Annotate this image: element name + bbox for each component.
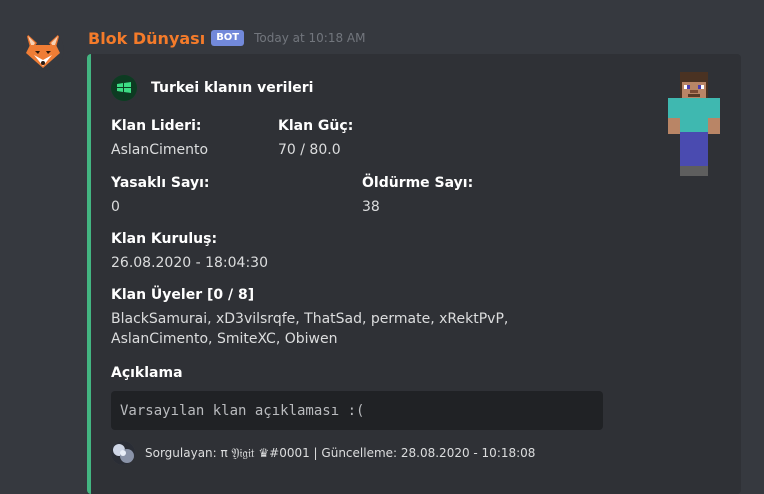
minecraft-skin-thumbnail[interactable] xyxy=(666,72,722,176)
requester-avatar[interactable] xyxy=(111,441,135,465)
field-value: 38 xyxy=(362,199,380,215)
field-clan-leader: Klan Lideri: AslanCimento xyxy=(111,116,208,160)
field-kill-count: Öldürme Sayı: 38 xyxy=(362,173,473,217)
windows-logo-icon xyxy=(111,75,137,101)
clan-embed: Turkei klanın verileri Klan Lideri: Asla… xyxy=(87,54,741,494)
embed-author: Turkei klanın verileri xyxy=(111,75,313,101)
field-name: Klan Kuruluş: xyxy=(111,231,218,247)
timestamp: Today at 10:18 AM xyxy=(254,31,366,45)
bot-tag: BOT xyxy=(211,30,245,46)
field-name: Yasaklı Sayı: xyxy=(111,175,210,191)
members-line: AslanCimento, SmiteXC, Obiwen xyxy=(111,331,338,347)
field-banned-count: Yasaklı Sayı: 0 xyxy=(111,173,210,217)
field-name: Klan Güç: xyxy=(278,118,354,134)
field-value: 26.08.2020 - 18:04:30 xyxy=(111,255,268,271)
field-value: BlackSamurai, xD3vilsrqfe, ThatSad, perm… xyxy=(111,309,508,349)
members-line: BlackSamurai, xD3vilsrqfe, ThatSad, perm… xyxy=(111,311,509,327)
field-value: 70 / 80.0 xyxy=(278,142,341,158)
field-clan-members: Klan Üyeler [0 / 8] BlackSamurai, xD3vil… xyxy=(111,285,508,349)
field-clan-founded: Klan Kuruluş: 26.08.2020 - 18:04:30 xyxy=(111,229,268,273)
field-description: Açıklama xyxy=(111,363,183,383)
field-name: Klan Lideri: xyxy=(111,118,202,134)
embed-footer: Sorgulayan: π 𝔜𝔦𝔤𝔦𝔱 ♛#0001 | Güncelleme:… xyxy=(111,441,535,465)
footer-text: Sorgulayan: π 𝔜𝔦𝔤𝔦𝔱 ♛#0001 | Güncelleme:… xyxy=(145,445,536,460)
description-code-block: Varsayılan klan açıklaması :( xyxy=(111,391,603,430)
username[interactable]: Blok Dünyası xyxy=(88,29,205,48)
embed-author-name: Turkei klanın verileri xyxy=(151,80,314,96)
field-name: Öldürme Sayı: xyxy=(362,175,474,191)
field-value: AslanCimento xyxy=(111,142,209,158)
message-header: Blok Dünyası BOT Today at 10:18 AM xyxy=(88,27,366,49)
field-value: 0 xyxy=(111,199,120,215)
field-name: Klan Üyeler [0 / 8] xyxy=(111,287,255,303)
bot-avatar[interactable] xyxy=(22,29,64,71)
field-name: Açıklama xyxy=(111,365,183,381)
field-clan-power: Klan Güç: 70 / 80.0 xyxy=(278,116,353,160)
